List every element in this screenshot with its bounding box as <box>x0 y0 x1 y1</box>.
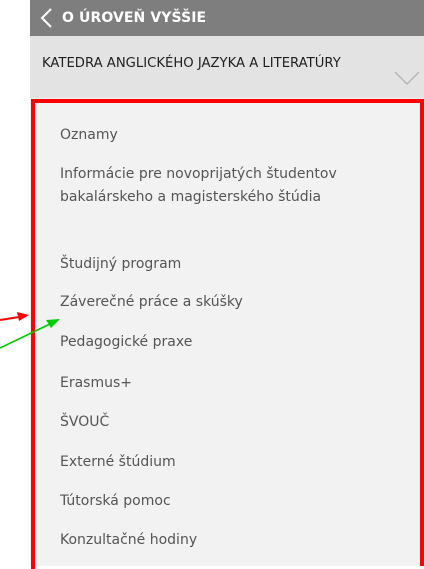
menu-item-zaverecne-prace[interactable]: Záverečné práce a skúšky <box>60 291 408 314</box>
menu-item-konzultacne-hodiny[interactable]: Konzultačné hodiny <box>60 529 408 552</box>
chevron-left-icon <box>39 7 55 29</box>
menu-item-externe-studium[interactable]: Externé štúdium <box>60 451 408 474</box>
navigation-panel: O ÚROVEŇ VYŠŠIE KATEDRA ANGLICKÉHO JAZYK… <box>30 0 424 566</box>
back-to-parent-button[interactable]: O ÚROVEŇ VYŠŠIE <box>30 0 424 36</box>
section-title: KATEDRA ANGLICKÉHO JAZYKA A LITERATÚRY <box>42 56 341 71</box>
submenu-list: Oznamy Informácie pre novoprijatých štud… <box>30 98 424 566</box>
menu-item-svouc[interactable]: ŠVOUČ <box>60 411 408 434</box>
menu-item-pedagogicke-praxe[interactable]: Pedagogické praxe <box>60 331 408 354</box>
red-arrow-icon <box>0 312 29 321</box>
menu-item-informacie[interactable]: Informácie pre novoprijatých študentov b… <box>60 163 408 208</box>
back-label: O ÚROVEŇ VYŠŠIE <box>62 10 207 26</box>
highlight-annotation-right-edge <box>420 99 424 566</box>
menu-item-erasmus[interactable]: Erasmus+ <box>60 372 408 395</box>
chevron-down-icon[interactable] <box>392 66 422 90</box>
menu-item-studijny-program[interactable]: Študijný program <box>60 253 408 276</box>
menu-item-oznamy[interactable]: Oznamy <box>60 124 408 147</box>
menu-item-tutorska-pomoc[interactable]: Tútorská pomoc <box>60 490 408 513</box>
section-header[interactable]: KATEDRA ANGLICKÉHO JAZYKA A LITERATÚRY <box>30 36 424 98</box>
